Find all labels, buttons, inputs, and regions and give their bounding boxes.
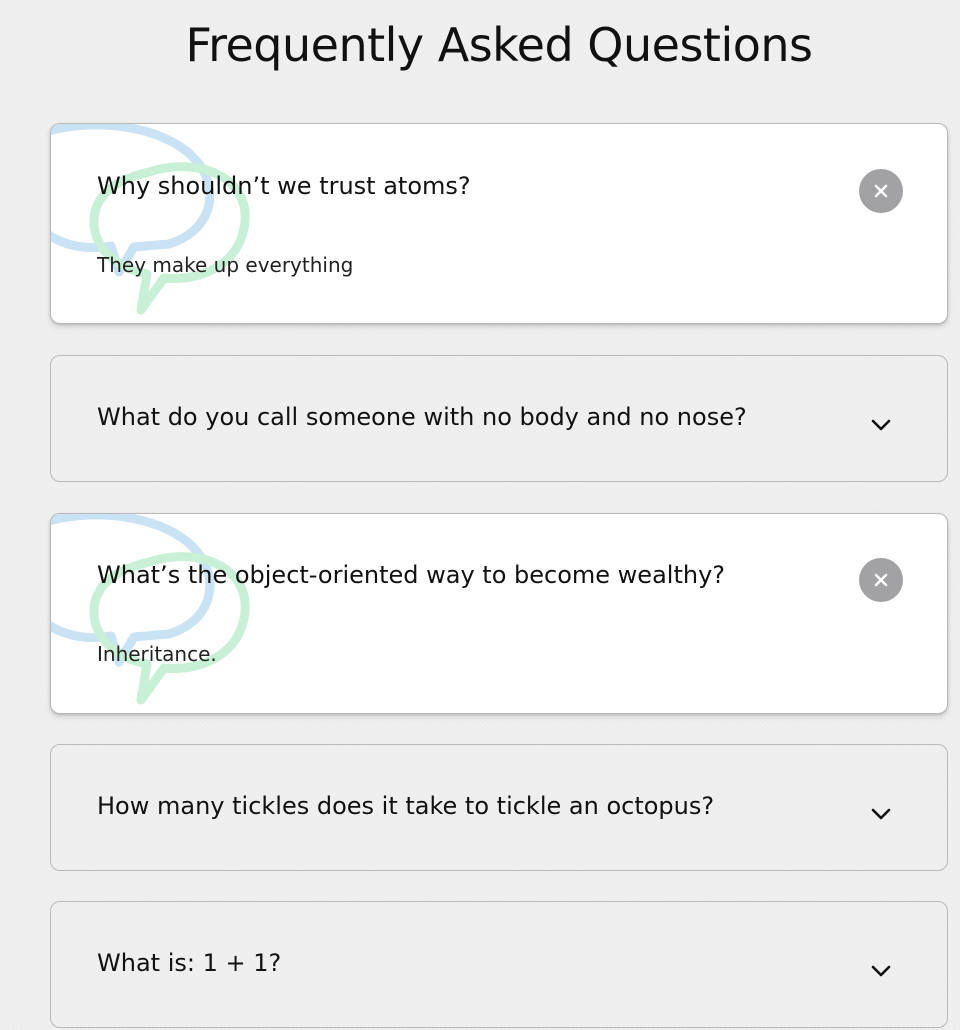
faq-answer: Inheritance.: [97, 642, 217, 666]
faq-answer: They make up everything: [97, 253, 354, 277]
page-title: Frequently Asked Questions: [185, 18, 813, 72]
faq-question: What do you call someone with no body an…: [97, 403, 747, 431]
close-icon: [874, 184, 888, 198]
faq-question: What is: 1 + 1?: [97, 949, 282, 977]
chat-bubbles-icon: [51, 124, 250, 315]
faq-toggle-button[interactable]: [859, 558, 903, 602]
faq-item: Why shouldn’t we trust atoms? They make …: [50, 123, 948, 324]
faq-toggle-button[interactable]: [859, 403, 903, 447]
faq-toggle-button[interactable]: [859, 169, 903, 213]
faq-item: What’s the object-oriented way to become…: [50, 513, 948, 714]
faq-question: How many tickles does it take to tickle …: [97, 792, 715, 820]
chevron-down-icon: [871, 965, 891, 977]
chat-bubbles-icon: [51, 514, 250, 705]
faq-item: What is: 1 + 1?: [50, 901, 948, 1028]
faq-item: What do you call someone with no body an…: [50, 355, 948, 482]
close-icon: [874, 573, 888, 587]
chevron-down-icon: [871, 419, 891, 431]
faq-item: How many tickles does it take to tickle …: [50, 744, 948, 871]
faq-question: What’s the object-oriented way to become…: [97, 561, 726, 589]
chevron-down-icon: [871, 808, 891, 820]
faq-toggle-button[interactable]: [859, 792, 903, 836]
faq-question: Why shouldn’t we trust atoms?: [97, 172, 471, 200]
faq-toggle-button[interactable]: [859, 949, 903, 993]
